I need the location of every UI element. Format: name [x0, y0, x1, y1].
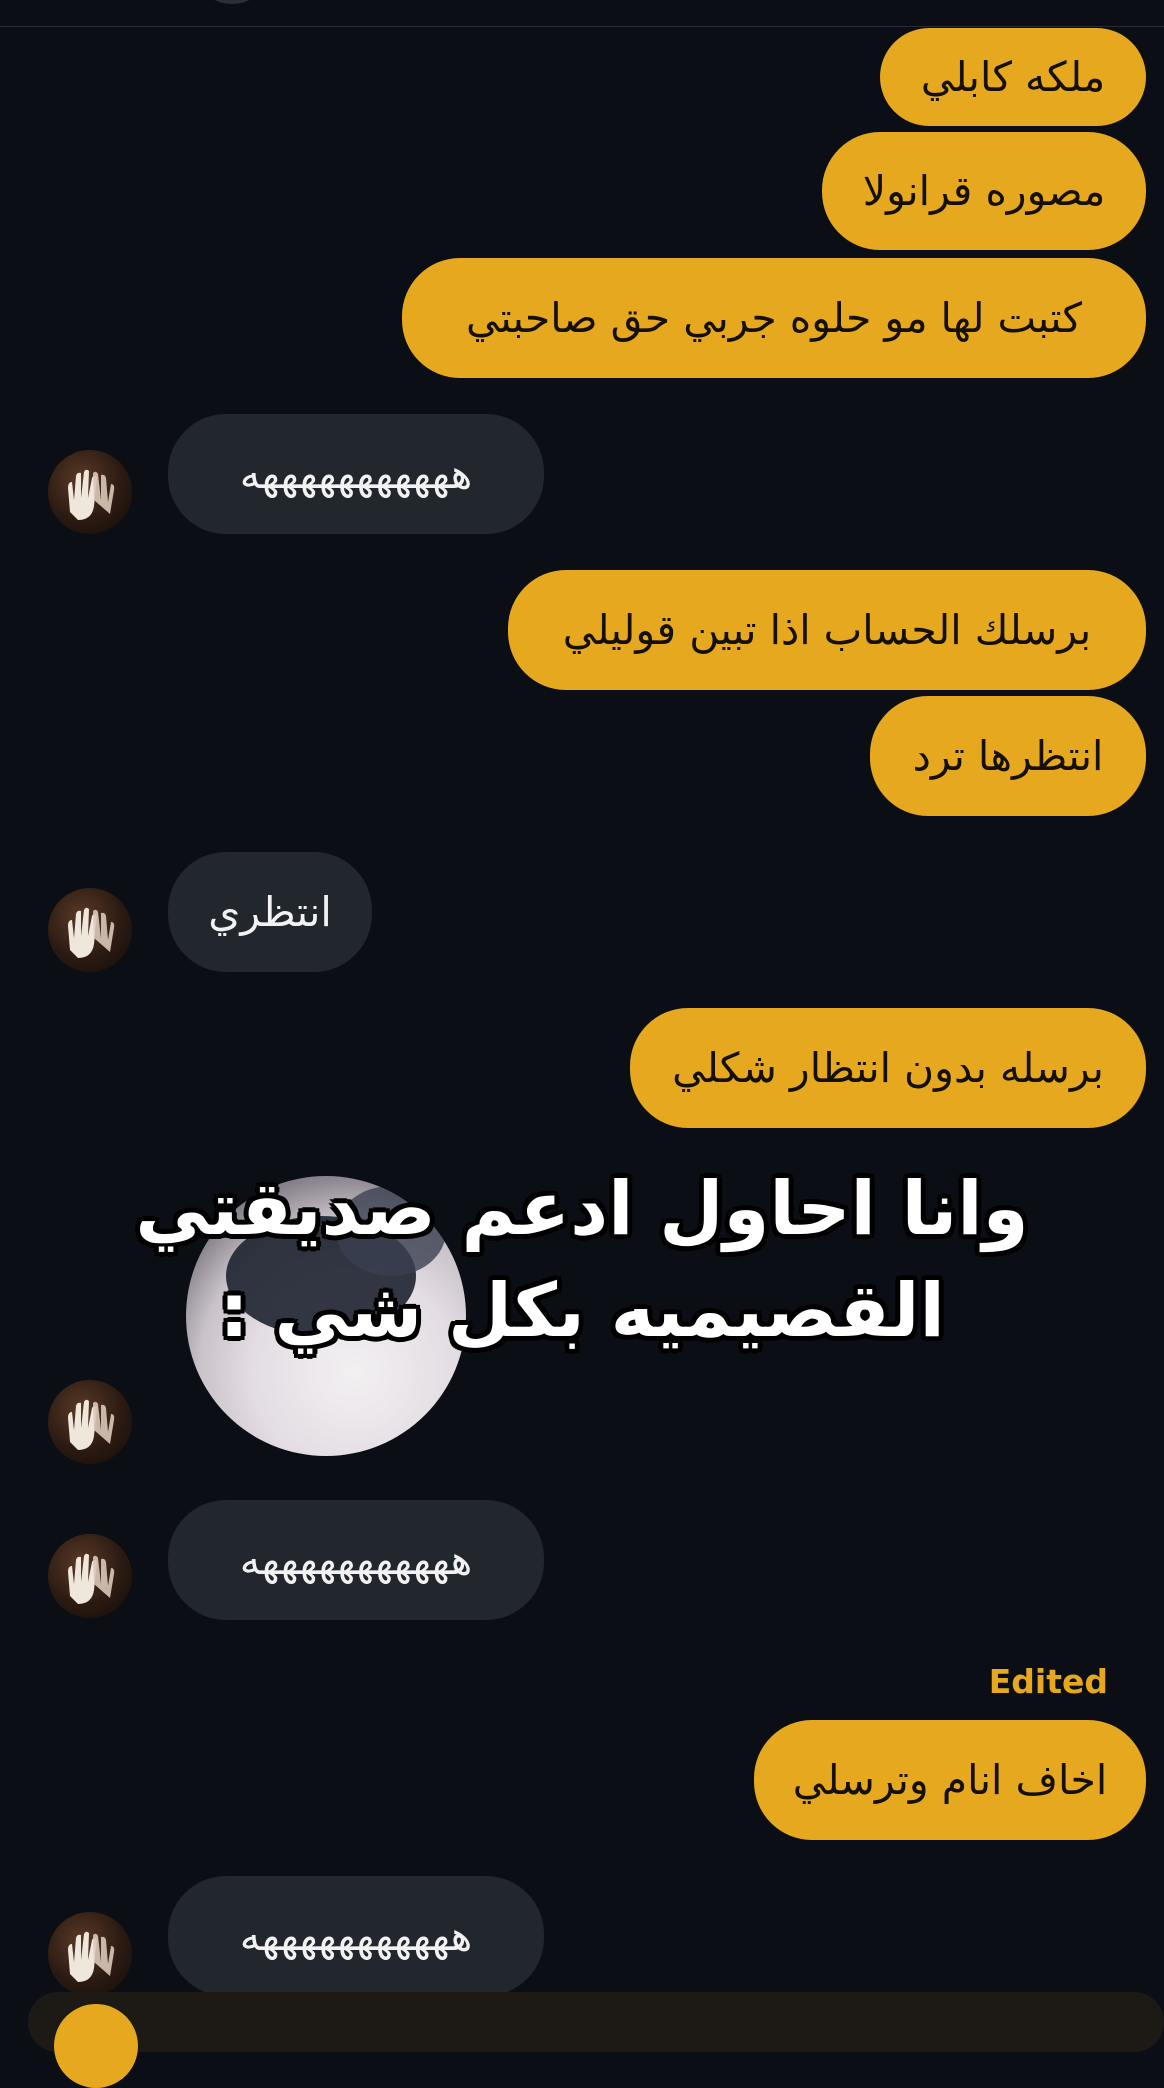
raised-hands-icon: [68, 1931, 115, 1982]
message-bubble-outgoing[interactable]: كتبت لها مو حلوه جربي حق صاحبتي: [402, 258, 1146, 378]
header-avatar[interactable]: [196, 0, 268, 4]
message-text: اخاف انام وترسلي: [792, 1755, 1108, 1804]
message-bubble-outgoing[interactable]: ملكه كابلي: [880, 28, 1146, 126]
message-text: انتظرها ترد: [912, 731, 1104, 780]
message-bubble-incoming[interactable]: انتظري: [168, 852, 372, 972]
message-bubble-outgoing[interactable]: برسلك الحساب اذا تبين قوليلي: [508, 570, 1146, 690]
message-bubble-incoming[interactable]: هههههههههههه: [168, 414, 544, 534]
sender-avatar[interactable]: [48, 1380, 132, 1464]
overlay-caption-line2: القصيميه بكل شي :: [219, 1268, 945, 1354]
message-text: مصوره قرانولا: [862, 166, 1106, 215]
raised-hands-icon: [68, 907, 115, 958]
message-bubble-outgoing[interactable]: اخاف انام وترسلي: [754, 1720, 1146, 1840]
message-text: هههههههههههه: [239, 1911, 473, 1960]
message-input-bar[interactable]: [28, 1992, 1164, 2052]
message-text: انتظري: [208, 887, 332, 936]
message-text: هههههههههههه: [239, 449, 473, 498]
message-bubble-outgoing[interactable]: برسله بدون انتظار شكلي: [630, 1008, 1146, 1128]
overlay-caption-line1: وانا احاول ادعم صديقتي: [135, 1166, 1029, 1252]
message-bubble-outgoing[interactable]: مصوره قرانولا: [822, 132, 1146, 250]
message-text: كتبت لها مو حلوه جربي حق صاحبتي: [466, 293, 1082, 342]
message-text: برسلك الحساب اذا تبين قوليلي: [562, 605, 1092, 654]
sender-avatar[interactable]: [48, 450, 132, 534]
raised-hands-icon: [68, 469, 115, 520]
sender-avatar[interactable]: [48, 1912, 132, 1996]
message-bubble-incoming[interactable]: هههههههههههه: [168, 1876, 544, 1996]
message-text: برسله بدون انتظار شكلي: [672, 1043, 1104, 1092]
header-divider: [0, 26, 1164, 27]
attach-button[interactable]: [54, 2004, 138, 2088]
message-bubble-outgoing[interactable]: انتظرها ترد: [870, 696, 1146, 816]
raised-hands-icon: [68, 1553, 115, 1604]
sender-avatar[interactable]: [48, 888, 132, 972]
sender-avatar[interactable]: [48, 1534, 132, 1618]
edited-label: Edited: [988, 1662, 1108, 1701]
message-text: هههههههههههه: [239, 1535, 473, 1584]
message-text: ملكه كابلي: [920, 52, 1106, 101]
raised-hands-icon: [68, 1399, 115, 1450]
message-bubble-incoming[interactable]: هههههههههههه: [168, 1500, 544, 1620]
